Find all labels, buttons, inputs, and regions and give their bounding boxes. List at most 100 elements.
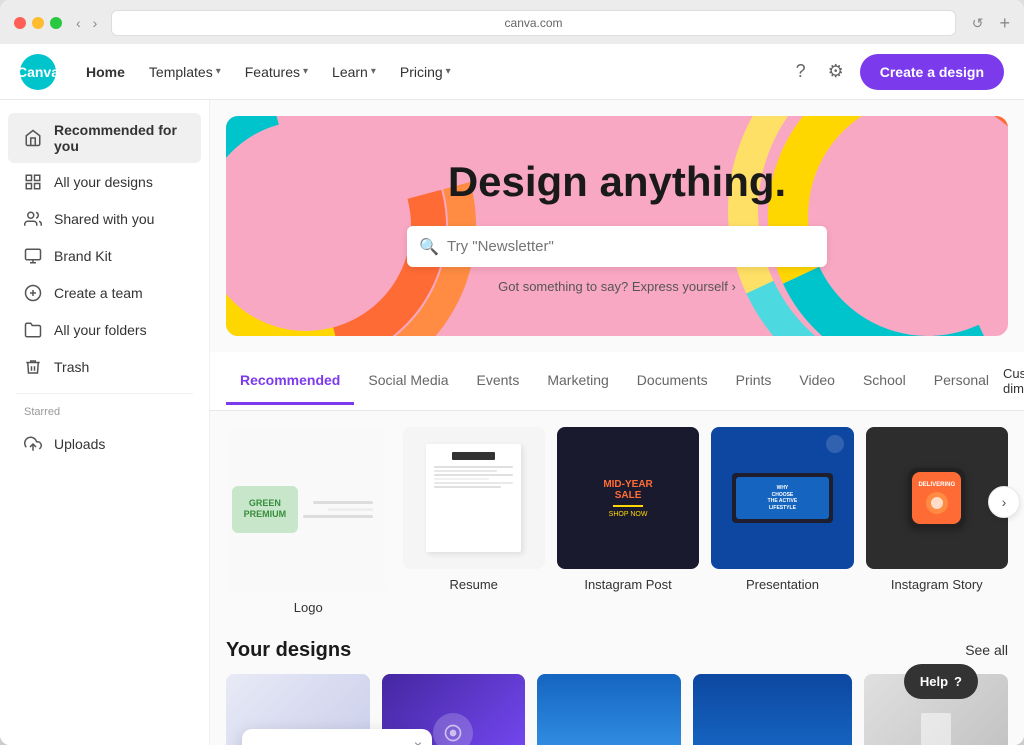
upload-icon <box>24 435 42 453</box>
tab-personal[interactable]: Personal <box>920 358 1003 405</box>
nav-pricing[interactable]: Pricing ▾ <box>390 56 461 88</box>
template-name-logo: Logo <box>226 600 391 615</box>
tab-social-media[interactable]: Social Media <box>354 358 462 405</box>
custom-dimensions-link[interactable]: Custom dimensions <box>1003 352 1024 410</box>
address-text: canva.com <box>505 16 563 30</box>
sidebar: Recommended for you All your designs Sha… <box>0 100 210 745</box>
reload-button[interactable]: ↺ <box>966 13 990 34</box>
nav-features[interactable]: Features ▾ <box>235 56 318 88</box>
promo-close-button[interactable]: × <box>414 737 422 745</box>
create-design-button[interactable]: Create a design <box>860 54 1004 90</box>
templates-section: GREENPREMIUM <box>210 411 1024 631</box>
templates-grid: GREENPREMIUM <box>226 427 1008 615</box>
folder-icon <box>24 321 42 339</box>
your-designs-section: Your designs See all Design 1 <box>210 631 1024 745</box>
template-thumb-logo: GREENPREMIUM <box>226 427 391 592</box>
sidebar-item-brand[interactable]: Brand Kit <box>8 238 201 274</box>
hero-banner: Design anything. 🔍 Got something to say?… <box>226 116 1008 336</box>
sidebar-uploads-label: Uploads <box>54 436 105 452</box>
design-card-4[interactable] <box>693 674 853 745</box>
sidebar-divider <box>16 393 193 394</box>
forward-button[interactable]: › <box>89 13 102 33</box>
hero-search-container: 🔍 <box>407 226 827 267</box>
template-thumb-resume <box>403 427 545 569</box>
main-layout: Recommended for you All your designs Sha… <box>0 100 1024 745</box>
back-button[interactable]: ‹ <box>72 13 85 33</box>
template-name-story: Instagram Story <box>866 577 1008 592</box>
nav-templates[interactable]: Templates ▾ <box>139 56 231 88</box>
features-chevron: ▾ <box>303 66 308 77</box>
minimize-traffic-light[interactable] <box>32 17 44 29</box>
hero-subtitle[interactable]: Got something to say? Express yourself › <box>498 279 736 294</box>
template-thumb-instagram: MID-YEARSALE SHOP NOW <box>557 427 699 569</box>
design-card-3[interactable] <box>537 674 681 745</box>
address-bar[interactable]: canva.com <box>111 10 955 36</box>
tab-school[interactable]: School <box>849 358 920 405</box>
help-button[interactable]: Help ? <box>904 664 978 699</box>
nav-right: ? ⚙ Create a design <box>790 54 1004 90</box>
sidebar-brand-label: Brand Kit <box>54 248 112 264</box>
browser-nav-arrows: ‹ › <box>72 13 101 33</box>
content-area: Design anything. 🔍 Got something to say?… <box>210 100 1024 745</box>
tab-documents[interactable]: Documents <box>623 358 722 405</box>
search-icon: 🔍 <box>419 237 439 257</box>
traffic-lights <box>14 17 62 29</box>
template-thumb-presentation: WHYCHOOSETHE ACTIVELIFESTYLE <box>711 427 853 569</box>
sidebar-folders-label: All your folders <box>54 322 147 338</box>
grid-icon <box>24 173 42 191</box>
sidebar-item-trash[interactable]: Trash <box>8 349 201 385</box>
tab-video[interactable]: Video <box>785 358 849 405</box>
fullscreen-traffic-light[interactable] <box>50 17 62 29</box>
sidebar-trash-label: Trash <box>54 359 89 375</box>
sidebar-item-folders[interactable]: All your folders <box>8 312 201 348</box>
promo-popup: × Pay for 1, get 4 free Invite 4 people … <box>242 729 432 745</box>
trash-icon <box>24 358 42 376</box>
hero-search-input[interactable] <box>407 226 827 267</box>
canva-logo[interactable]: Canva <box>20 54 56 90</box>
see-all-link[interactable]: See all <box>965 642 1008 658</box>
tab-prints[interactable]: Prints <box>722 358 786 405</box>
template-name-resume: Resume <box>403 577 545 592</box>
sidebar-item-uploads[interactable]: Uploads <box>8 426 201 462</box>
logo-text: Canva <box>17 64 59 80</box>
sidebar-recommended-label: Recommended for you <box>54 122 185 154</box>
sidebar-create-team-label: Create a team <box>54 285 143 301</box>
template-name-presentation: Presentation <box>711 577 853 592</box>
users-icon <box>24 210 42 228</box>
template-name-instagram: Instagram Post <box>557 577 699 592</box>
sidebar-all-designs-label: All your designs <box>54 174 153 190</box>
new-tab-button[interactable]: + <box>999 13 1010 34</box>
pricing-chevron: ▾ <box>446 66 451 77</box>
category-tabs: Recommended Social Media Events Marketin… <box>226 358 1003 405</box>
sidebar-item-create-team[interactable]: Create a team <box>8 275 201 311</box>
settings-icon-button[interactable]: ⚙ <box>822 55 850 88</box>
nav-learn[interactable]: Learn ▾ <box>322 56 386 88</box>
starred-section-label: Starred <box>8 402 201 422</box>
template-card-presentation[interactable]: WHYCHOOSETHE ACTIVELIFESTYLE Presentatio… <box>711 427 853 592</box>
learn-chevron: ▾ <box>371 66 376 77</box>
your-designs-title: Your designs <box>226 639 351 662</box>
tab-recommended[interactable]: Recommended <box>226 358 354 405</box>
template-card-story[interactable]: DELIVERING Instagram Story <box>866 427 1008 592</box>
tab-events[interactable]: Events <box>463 358 534 405</box>
template-thumb-story: DELIVERING <box>866 427 1008 569</box>
home-icon <box>24 129 42 147</box>
template-card-logo[interactable]: GREENPREMIUM <box>226 427 391 615</box>
help-label: Help <box>920 674 948 689</box>
close-traffic-light[interactable] <box>14 17 26 29</box>
sidebar-item-recommended[interactable]: Recommended for you <box>8 113 201 163</box>
carousel-next-button[interactable]: › <box>988 486 1020 518</box>
nav-links: Home Templates ▾ Features ▾ Learn ▾ Pric… <box>76 56 770 88</box>
tab-marketing[interactable]: Marketing <box>533 358 622 405</box>
category-tabs-container: Recommended Social Media Events Marketin… <box>210 352 1024 411</box>
template-card-resume[interactable]: Resume <box>403 427 545 592</box>
nav-home[interactable]: Home <box>76 56 135 88</box>
sidebar-item-all-designs[interactable]: All your designs <box>8 164 201 200</box>
brand-icon <box>24 247 42 265</box>
help-icon-button[interactable]: ? <box>790 55 812 88</box>
sidebar-item-shared[interactable]: Shared with you <box>8 201 201 237</box>
help-icon: ? <box>954 674 962 689</box>
template-card-instagram[interactable]: MID-YEARSALE SHOP NOW Instagram Post <box>557 427 699 592</box>
your-designs-header: Your designs See all <box>226 639 1008 662</box>
plus-circle-icon <box>24 284 42 302</box>
